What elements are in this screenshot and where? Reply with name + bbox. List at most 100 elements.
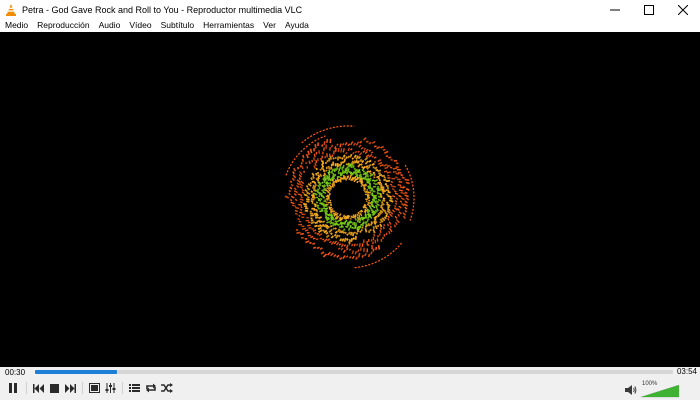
- visualizer-segment: [364, 156, 369, 161]
- visualizer-segment: [361, 183, 364, 186]
- visualizer-segment: [324, 216, 328, 219]
- close-button[interactable]: [666, 0, 700, 19]
- visualizer-segment: [352, 164, 355, 169]
- visualizer-segment: [338, 156, 342, 159]
- visualizer-segment: [340, 243, 344, 248]
- visualizer-segment: [364, 216, 367, 219]
- visualizer-segment: [333, 253, 337, 258]
- shuffle-button[interactable]: [159, 381, 174, 395]
- visualizer-segment: [356, 243, 359, 246]
- visualizer-segment: [355, 256, 359, 261]
- visualizer-segment: [320, 197, 323, 201]
- seek-slider[interactable]: [35, 370, 673, 374]
- visualizer-segment: [313, 212, 318, 215]
- visualizer-segment: [351, 226, 354, 229]
- visualizer-segment: [387, 164, 391, 167]
- visualizer-segment: [347, 163, 350, 168]
- visualizer-segment: [389, 197, 393, 201]
- pause-button[interactable]: [4, 380, 21, 396]
- visualizer-segment: [352, 151, 355, 155]
- visualizer-segment: [373, 156, 377, 159]
- visualizer-segment: [289, 180, 293, 184]
- maximize-button[interactable]: [632, 0, 666, 19]
- visualizer-segment: [303, 202, 307, 206]
- visualizer-segment: [289, 198, 293, 202]
- menu-audio[interactable]: Audio: [95, 19, 126, 32]
- visualizer-segment: [306, 187, 311, 191]
- video-area[interactable]: [0, 32, 700, 367]
- previous-button[interactable]: [31, 381, 46, 395]
- visualizer-segment: [394, 202, 398, 206]
- visualizer-segment: [300, 165, 304, 170]
- next-button[interactable]: [63, 381, 78, 395]
- menu-ver[interactable]: Ver: [259, 19, 281, 32]
- visualizer-segment: [383, 163, 388, 167]
- visualizer-segment: [365, 198, 368, 201]
- visualizer-segment: [379, 205, 384, 210]
- visualizer-segment: [314, 221, 318, 225]
- visualizer-segment: [368, 149, 372, 152]
- window-title: Petra - God Gave Rock and Roll to You - …: [22, 4, 303, 15]
- menu-ayuda[interactable]: Ayuda: [281, 19, 314, 32]
- visualizer-segment: [385, 201, 389, 205]
- visualizer-segment: [405, 188, 410, 191]
- visualizer-segment: [379, 193, 383, 197]
- stop-button[interactable]: [47, 381, 62, 395]
- menu-herramientas[interactable]: Herramientas: [199, 19, 259, 32]
- audio-visualizer: [284, 125, 415, 269]
- visualizer-segment: [316, 246, 320, 250]
- visualizer-segment: [347, 168, 350, 173]
- separator: [122, 382, 123, 394]
- visualizer-segment: [368, 153, 373, 158]
- visualizer-segment: [310, 235, 314, 239]
- visualizer-segment: [402, 212, 407, 216]
- visualizer-segment: [334, 227, 337, 230]
- visualizer-segment: [385, 189, 390, 192]
- speaker-icon[interactable]: [625, 384, 637, 396]
- visualizer-segment: [371, 204, 376, 209]
- visualizer-segment: [336, 143, 339, 146]
- visualizer-segment: [384, 166, 389, 170]
- menu-video[interactable]: Vídeo: [125, 19, 156, 32]
- visualizer-segment: [358, 152, 363, 156]
- visualizer-segment: [310, 197, 315, 201]
- visualizer-segment: [315, 196, 319, 199]
- visualizer-segment: [387, 217, 390, 221]
- visualizer-segment: [328, 169, 331, 174]
- visualizer-segment: [318, 216, 323, 220]
- extended-settings-button[interactable]: [103, 381, 118, 395]
- stop-icon: [50, 383, 59, 393]
- visualizer-segment: [368, 163, 372, 167]
- visualizer-segment: [404, 206, 408, 210]
- visualizer-segment: [308, 226, 312, 229]
- visualizer-segment: [311, 194, 315, 198]
- visualizer-segment: [346, 222, 349, 226]
- visualizer-segment: [337, 234, 341, 238]
- visualizer-segment: [301, 191, 305, 194]
- visualizer-segment: [397, 213, 401, 217]
- visualizer-segment: [298, 220, 302, 223]
- visualizer-segment: [395, 197, 399, 201]
- visualizer-segment: [339, 256, 343, 261]
- visualizer-segment: [338, 225, 341, 229]
- playlist-button[interactable]: [127, 381, 142, 395]
- visualizer-segment: [345, 238, 349, 241]
- visualizer-segment: [349, 224, 352, 228]
- minimize-button[interactable]: [598, 0, 632, 19]
- visualizer-segment: [389, 183, 393, 186]
- visualizer-segment: [334, 147, 337, 152]
- menu-medio[interactable]: Medio: [1, 19, 33, 32]
- fullscreen-button[interactable]: [87, 381, 102, 395]
- loop-button[interactable]: [143, 381, 158, 395]
- visualizer-segment: [393, 224, 397, 228]
- menu-subtitulo[interactable]: Subtítulo: [157, 19, 200, 32]
- visualizer-segment: [355, 141, 360, 146]
- visualizer-segment: [354, 150, 358, 154]
- visualizer-segment: [324, 199, 327, 202]
- visualizer-segment: [328, 208, 332, 211]
- visualizer-segment: [303, 205, 308, 208]
- visualizer-segment: [317, 197, 321, 201]
- menu-reproduccion[interactable]: Reproducción: [33, 19, 94, 32]
- visualizer-segment: [299, 200, 304, 204]
- visualizer-segment: [304, 189, 308, 193]
